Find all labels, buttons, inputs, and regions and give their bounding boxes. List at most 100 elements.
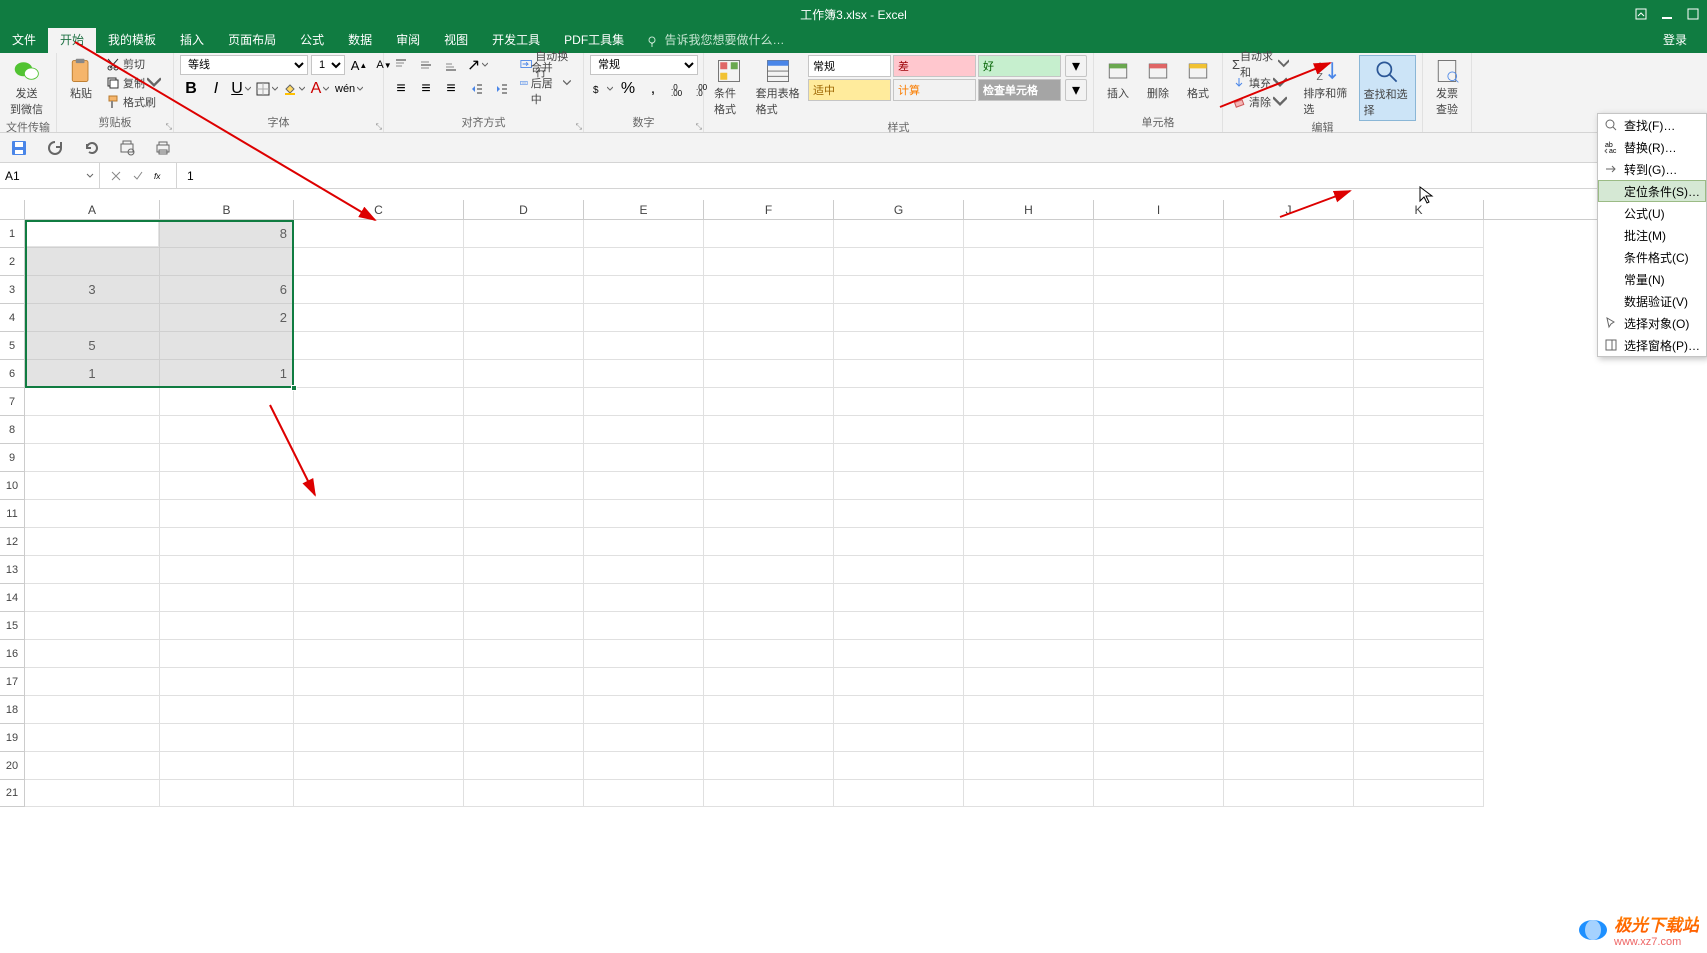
cell-E12[interactable]	[584, 528, 704, 556]
cell-A16[interactable]	[25, 640, 160, 668]
cell-C16[interactable]	[294, 640, 464, 668]
cell-A13[interactable]	[25, 556, 160, 584]
cell-K17[interactable]	[1354, 668, 1484, 696]
cell-J6[interactable]	[1224, 360, 1354, 388]
cell-J2[interactable]	[1224, 248, 1354, 276]
tab-view[interactable]: 视图	[432, 28, 480, 53]
select-all-corner[interactable]	[0, 200, 25, 219]
cell-I3[interactable]	[1094, 276, 1224, 304]
menu-goto[interactable]: 转到(G)…	[1598, 158, 1706, 180]
cut-button[interactable]: 剪切	[103, 55, 167, 73]
tab-insert[interactable]: 插入	[168, 28, 216, 53]
increase-decimal-button[interactable]: .0.00	[667, 79, 689, 99]
cell-J9[interactable]	[1224, 444, 1354, 472]
tab-review[interactable]: 审阅	[384, 28, 432, 53]
menu-find[interactable]: 查找(F)…	[1598, 114, 1706, 136]
cell-I1[interactable]	[1094, 220, 1224, 248]
refresh-icon[interactable]	[46, 139, 64, 157]
cell-K18[interactable]	[1354, 696, 1484, 724]
cell-B2[interactable]	[160, 248, 294, 276]
bold-button[interactable]: B	[180, 79, 202, 99]
cell-D6[interactable]	[464, 360, 584, 388]
cell-G8[interactable]	[834, 416, 964, 444]
row-header[interactable]: 17	[0, 668, 25, 696]
cell-B5[interactable]	[160, 332, 294, 360]
cell-K3[interactable]	[1354, 276, 1484, 304]
cell-E3[interactable]	[584, 276, 704, 304]
cell-E7[interactable]	[584, 388, 704, 416]
cell-C14[interactable]	[294, 584, 464, 612]
row-header[interactable]: 18	[0, 696, 25, 724]
cell-I15[interactable]	[1094, 612, 1224, 640]
font-size-select[interactable]: 11	[311, 55, 345, 75]
cell-G3[interactable]	[834, 276, 964, 304]
cell-C8[interactable]	[294, 416, 464, 444]
cell-A11[interactable]	[25, 500, 160, 528]
cell-A8[interactable]	[25, 416, 160, 444]
cell-H21[interactable]	[964, 780, 1094, 807]
cell-D21[interactable]	[464, 780, 584, 807]
cell-H13[interactable]	[964, 556, 1094, 584]
cell-B16[interactable]	[160, 640, 294, 668]
cell-H10[interactable]	[964, 472, 1094, 500]
column-header-J[interactable]: J	[1224, 200, 1354, 219]
cell-A21[interactable]	[25, 780, 160, 807]
cell-E10[interactable]	[584, 472, 704, 500]
cell-G11[interactable]	[834, 500, 964, 528]
cell-E9[interactable]	[584, 444, 704, 472]
grow-font-button[interactable]: A▲	[348, 55, 370, 75]
menu-formulas[interactable]: 公式(U)	[1598, 202, 1706, 224]
cell-H1[interactable]	[964, 220, 1094, 248]
cell-A7[interactable]	[25, 388, 160, 416]
cell-B20[interactable]	[160, 752, 294, 780]
cell-G13[interactable]	[834, 556, 964, 584]
cell-B21[interactable]	[160, 780, 294, 807]
cell-A10[interactable]	[25, 472, 160, 500]
menu-goto-special[interactable]: 定位条件(S)…	[1598, 180, 1706, 202]
increase-indent-button[interactable]	[491, 79, 513, 99]
cell-F9[interactable]	[704, 444, 834, 472]
column-header-F[interactable]: F	[704, 200, 834, 219]
cell-styles-gallery[interactable]: 常规 差 好 适中 计算 检查单元格	[808, 55, 1061, 101]
menu-constants[interactable]: 常量(N)	[1598, 268, 1706, 290]
align-center-button[interactable]: ≡	[415, 79, 437, 99]
cell-C5[interactable]	[294, 332, 464, 360]
cell-J3[interactable]	[1224, 276, 1354, 304]
cell-A1[interactable]: 1	[25, 220, 160, 248]
cell-B10[interactable]	[160, 472, 294, 500]
cell-B12[interactable]	[160, 528, 294, 556]
cancel-icon[interactable]	[110, 170, 122, 182]
cell-D12[interactable]	[464, 528, 584, 556]
send-to-wechat-button[interactable]: 发送 到微信	[6, 55, 47, 119]
login-button[interactable]: 登录	[1651, 28, 1699, 53]
cell-F20[interactable]	[704, 752, 834, 780]
cell-B4[interactable]: 2	[160, 304, 294, 332]
cell-H9[interactable]	[964, 444, 1094, 472]
formula-input[interactable]: 1	[176, 163, 1707, 188]
cell-J5[interactable]	[1224, 332, 1354, 360]
cell-E5[interactable]	[584, 332, 704, 360]
cell-C1[interactable]	[294, 220, 464, 248]
cell-I18[interactable]	[1094, 696, 1224, 724]
align-top-button[interactable]	[390, 55, 412, 75]
row-header[interactable]: 8	[0, 416, 25, 444]
cell-E13[interactable]	[584, 556, 704, 584]
cell-B17[interactable]	[160, 668, 294, 696]
cell-J13[interactable]	[1224, 556, 1354, 584]
cell-F15[interactable]	[704, 612, 834, 640]
row-header[interactable]: 11	[0, 500, 25, 528]
cell-D9[interactable]	[464, 444, 584, 472]
chevron-down-icon[interactable]	[86, 172, 94, 180]
italic-button[interactable]: I	[205, 79, 227, 99]
cell-C18[interactable]	[294, 696, 464, 724]
paste-button[interactable]: 粘贴	[63, 55, 99, 103]
cell-G9[interactable]	[834, 444, 964, 472]
cell-F10[interactable]	[704, 472, 834, 500]
fx-icon[interactable]: fx	[154, 170, 166, 182]
sort-filter-button[interactable]: AZ排序和筛选	[1299, 55, 1354, 119]
cell-B13[interactable]	[160, 556, 294, 584]
cell-C3[interactable]	[294, 276, 464, 304]
format-cells-button[interactable]: 格式	[1180, 55, 1216, 103]
cell-H7[interactable]	[964, 388, 1094, 416]
cell-I8[interactable]	[1094, 416, 1224, 444]
